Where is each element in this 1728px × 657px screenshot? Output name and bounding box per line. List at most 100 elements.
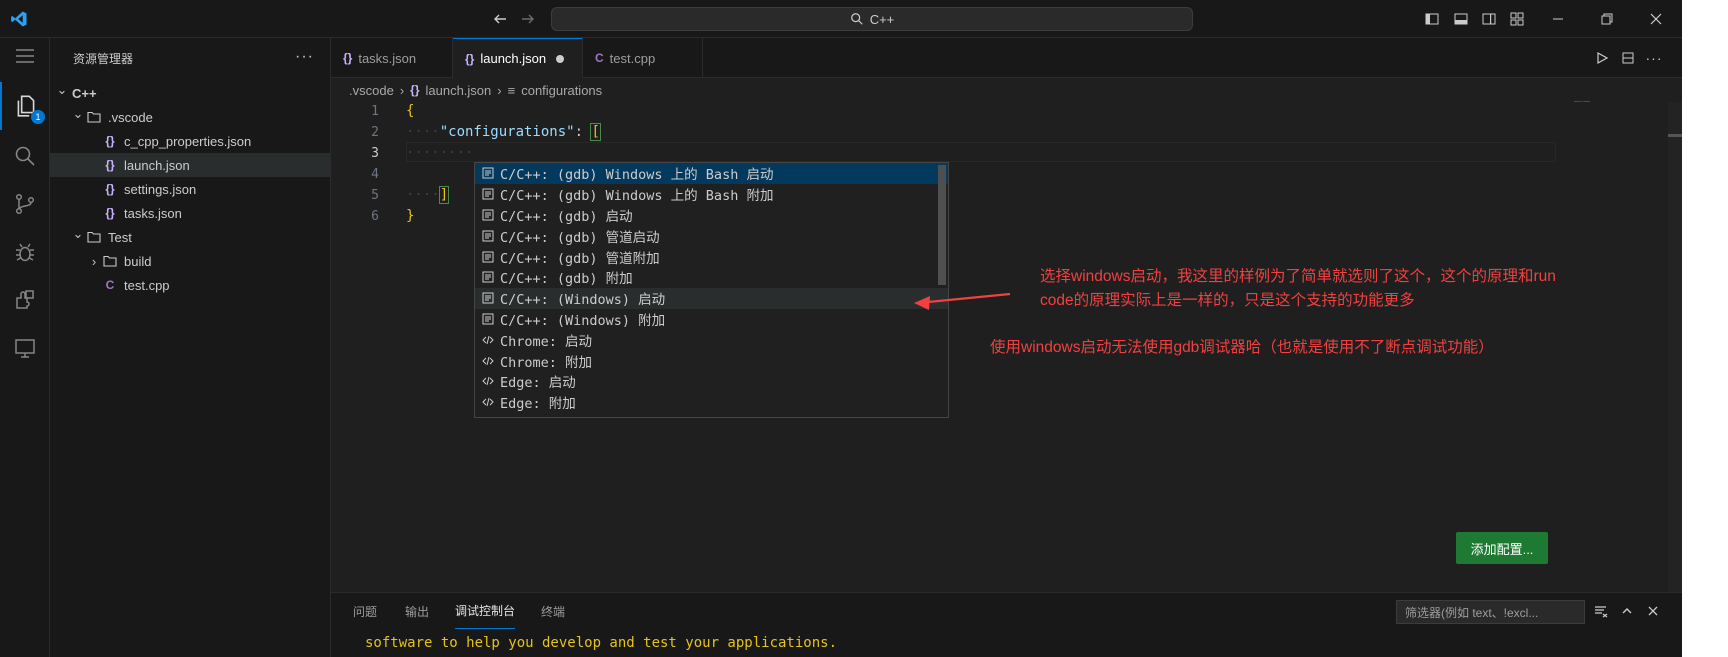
editor-scrollbar[interactable] (1668, 102, 1682, 592)
minimize-icon[interactable] (1543, 0, 1573, 38)
line-number: 2 (371, 125, 379, 140)
close-window-icon[interactable] (1641, 0, 1671, 38)
tab-output[interactable]: 输出 (405, 593, 429, 629)
snippet-icon (480, 230, 496, 242)
suggestion-scrollbar[interactable] (938, 165, 946, 285)
tree-item-label: test.cpp (124, 277, 170, 293)
list-icon: ≡ (507, 82, 516, 98)
chevron-down-icon: ⌄ (72, 106, 84, 121)
extensions-icon[interactable] (0, 276, 50, 324)
tree-item[interactable]: {} c_cpp_properties.json (50, 129, 330, 153)
menu-icon[interactable] (0, 38, 50, 74)
tree-item[interactable]: › build (50, 249, 330, 273)
suggestion-item[interactable]: C/C++: (Windows) 附加 (475, 309, 948, 330)
annotation-note-2: 使用windows启动无法使用gdb调试器哈（也就是使用不了断点调试功能） (990, 339, 1494, 356)
suggestion-item[interactable]: Chrome: 启动 (475, 329, 948, 350)
suggestion-label: Chrome: 附加 (500, 354, 593, 371)
code-line-1: { (406, 103, 414, 119)
suggestion-widget: C/C++: (gdb) Windows 上的 Bash 启动 C/C++: (g… (474, 162, 949, 418)
suggestion-item[interactable]: C/C++: (gdb) 管道启动 (475, 225, 948, 246)
breadcrumb: .vscode › {} launch.json › ≡ configurati… (331, 78, 1682, 102)
bracket: ] (438, 186, 450, 204)
back-arrow-icon[interactable] (488, 0, 512, 38)
maximize-panel-icon[interactable] (1616, 593, 1638, 629)
tree-item[interactable]: Ctest.cpp (50, 273, 330, 297)
chevron-right-icon: › (91, 253, 97, 269)
suggestion-item[interactable]: Chrome: 附加 (475, 350, 948, 371)
tree-item-label: Test (108, 229, 132, 245)
code-line-3: ········ (406, 145, 473, 161)
suggestion-list: C/C++: (gdb) Windows 上的 Bash 启动 C/C++: (g… (475, 163, 948, 413)
suggestion-item[interactable]: C/C++: (gdb) 附加 (475, 267, 948, 288)
brace: } (406, 208, 415, 224)
breadcrumb-file[interactable]: launch.json (426, 83, 492, 98)
source-control-icon[interactable] (0, 180, 50, 228)
tab-label: launch.json (480, 51, 547, 66)
snippet-icon (480, 251, 496, 263)
tree-item[interactable]: {} settings.json (50, 177, 330, 201)
vscode-logo-icon (4, 0, 34, 38)
line-number: 1 (371, 104, 379, 119)
suggestion-item[interactable]: C/C++: (gdb) Windows 上的 Bash 启动 (475, 163, 948, 184)
split-editor-icon[interactable] (1617, 38, 1639, 78)
suggestion-item[interactable]: C/C++: (gdb) 启动 (475, 205, 948, 226)
breadcrumb-folder[interactable]: .vscode (349, 83, 394, 98)
line-number: 6 (371, 209, 379, 224)
explorer-icon[interactable]: 1 (0, 82, 50, 130)
search-text: C++ (869, 11, 895, 27)
filter-input[interactable]: 筛选器(例如 text、!excl... (1396, 600, 1585, 624)
json-icon: {} (410, 83, 420, 97)
tree-item[interactable]: {} launch.json (50, 153, 330, 177)
line-number: 3 (371, 146, 379, 161)
tree-item[interactable]: ⌄ .vscode (50, 105, 330, 129)
tab-debug-console[interactable]: 调试控制台 (455, 593, 516, 629)
toggle-panel-icon[interactable] (1450, 0, 1472, 38)
clear-console-icon[interactable] (1590, 593, 1612, 629)
tree-item[interactable]: ⌄ C++ (50, 81, 330, 105)
toggle-sidebar-icon[interactable] (1421, 0, 1443, 38)
tab-tasks-json[interactable]: {} tasks.json (331, 38, 453, 78)
tree-item-label: settings.json (124, 181, 197, 197)
snippet-icon (480, 292, 496, 304)
suggestion-item[interactable]: Edge: 附加 (475, 392, 948, 413)
editor-more-icon[interactable]: ··· (1643, 38, 1665, 78)
tab-launch-json[interactable]: {} launch.json (453, 38, 583, 78)
annotation-line: 选择windows启动，我这里的样例为了简单就选则了这个，这个的原理和run (1040, 268, 1556, 285)
vscode-window: C++ 1 资源管理器 ··· ⌄ C++ ⌄ .vscode {} c_cpp… (0, 0, 1682, 657)
title-bar: C++ (0, 0, 1682, 38)
restore-icon[interactable] (1592, 0, 1622, 38)
suggestion-label: C/C++: (gdb) 启动 (500, 208, 633, 225)
suggestion-item[interactable]: C/C++: (Windows) 启动 (475, 287, 948, 309)
suggestion-item[interactable]: C/C++: (gdb) Windows 上的 Bash 附加 (475, 184, 948, 205)
remote-explorer-icon[interactable] (0, 324, 50, 372)
tree-item[interactable]: {} tasks.json (50, 201, 330, 225)
suggestion-item[interactable]: C/C++: (gdb) 管道附加 (475, 246, 948, 267)
forward-arrow-icon[interactable] (516, 0, 540, 38)
indent-guide: ········ (406, 145, 474, 161)
customize-layout-icon[interactable] (1506, 0, 1528, 38)
current-line-highlight (406, 142, 1556, 162)
chevron-down-icon: ⌄ (72, 226, 84, 241)
tab-test-cpp[interactable]: C test.cpp (583, 38, 703, 78)
suggestion-label: C/C++: (gdb) 管道启动 (500, 229, 660, 246)
code-icon (480, 396, 496, 408)
tree-item-label: tasks.json (124, 205, 182, 221)
add-configuration-button[interactable]: 添加配置... (1456, 532, 1548, 564)
breadcrumb-symbol[interactable]: configurations (521, 83, 602, 98)
search-view-icon[interactable] (0, 132, 50, 180)
run-icon[interactable] (1591, 38, 1613, 78)
toggle-secondary-sidebar-icon[interactable] (1478, 0, 1500, 38)
minimap[interactable]: ─·─ (1574, 96, 1590, 106)
suggestion-label: C/C++: (Windows) 附加 (500, 312, 666, 329)
tree-item[interactable]: ⌄ Test (50, 225, 330, 249)
suggestion-item[interactable]: Edge: 启动 (475, 371, 948, 392)
tab-terminal[interactable]: 终端 (541, 593, 565, 629)
bracket: [ (590, 123, 601, 141)
close-panel-icon[interactable] (1642, 593, 1664, 629)
run-debug-icon[interactable] (0, 228, 50, 276)
suggestion-label: C/C++: (gdb) 管道附加 (500, 250, 660, 267)
more-actions-icon[interactable]: ··· (295, 48, 314, 66)
command-center-search[interactable]: C++ (551, 7, 1193, 31)
tab-problems[interactable]: 问题 (353, 593, 377, 629)
unsaved-dot-icon[interactable] (556, 54, 565, 63)
